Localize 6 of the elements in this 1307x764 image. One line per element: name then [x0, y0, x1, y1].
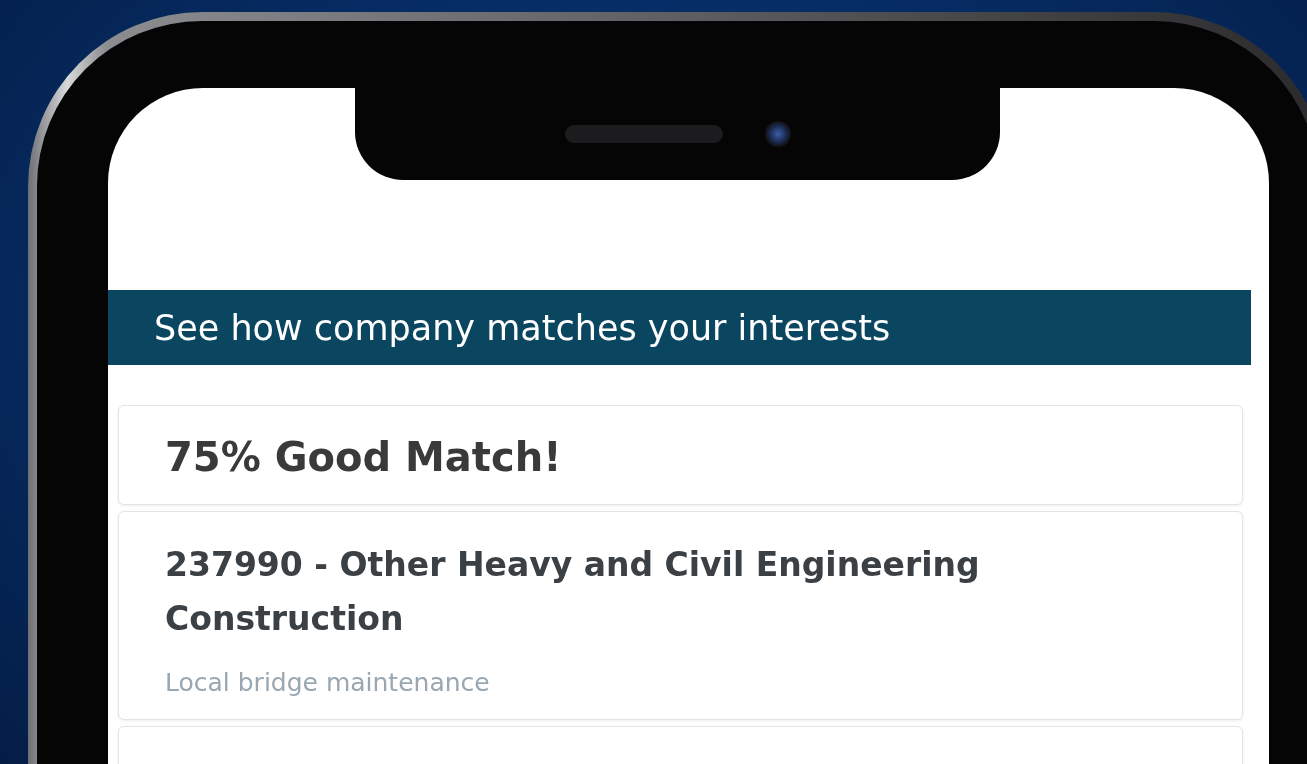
industry-description: Local bridge maintenance: [165, 668, 491, 697]
industry-title: 237990 - Other Heavy and Civil Engineering Construction: [165, 544, 981, 640]
header-title: See how company matches your interests: [154, 307, 891, 348]
camera-icon: [764, 121, 791, 147]
speaker-icon: [564, 125, 723, 143]
match-title: 75% Good Match!: [165, 434, 562, 480]
